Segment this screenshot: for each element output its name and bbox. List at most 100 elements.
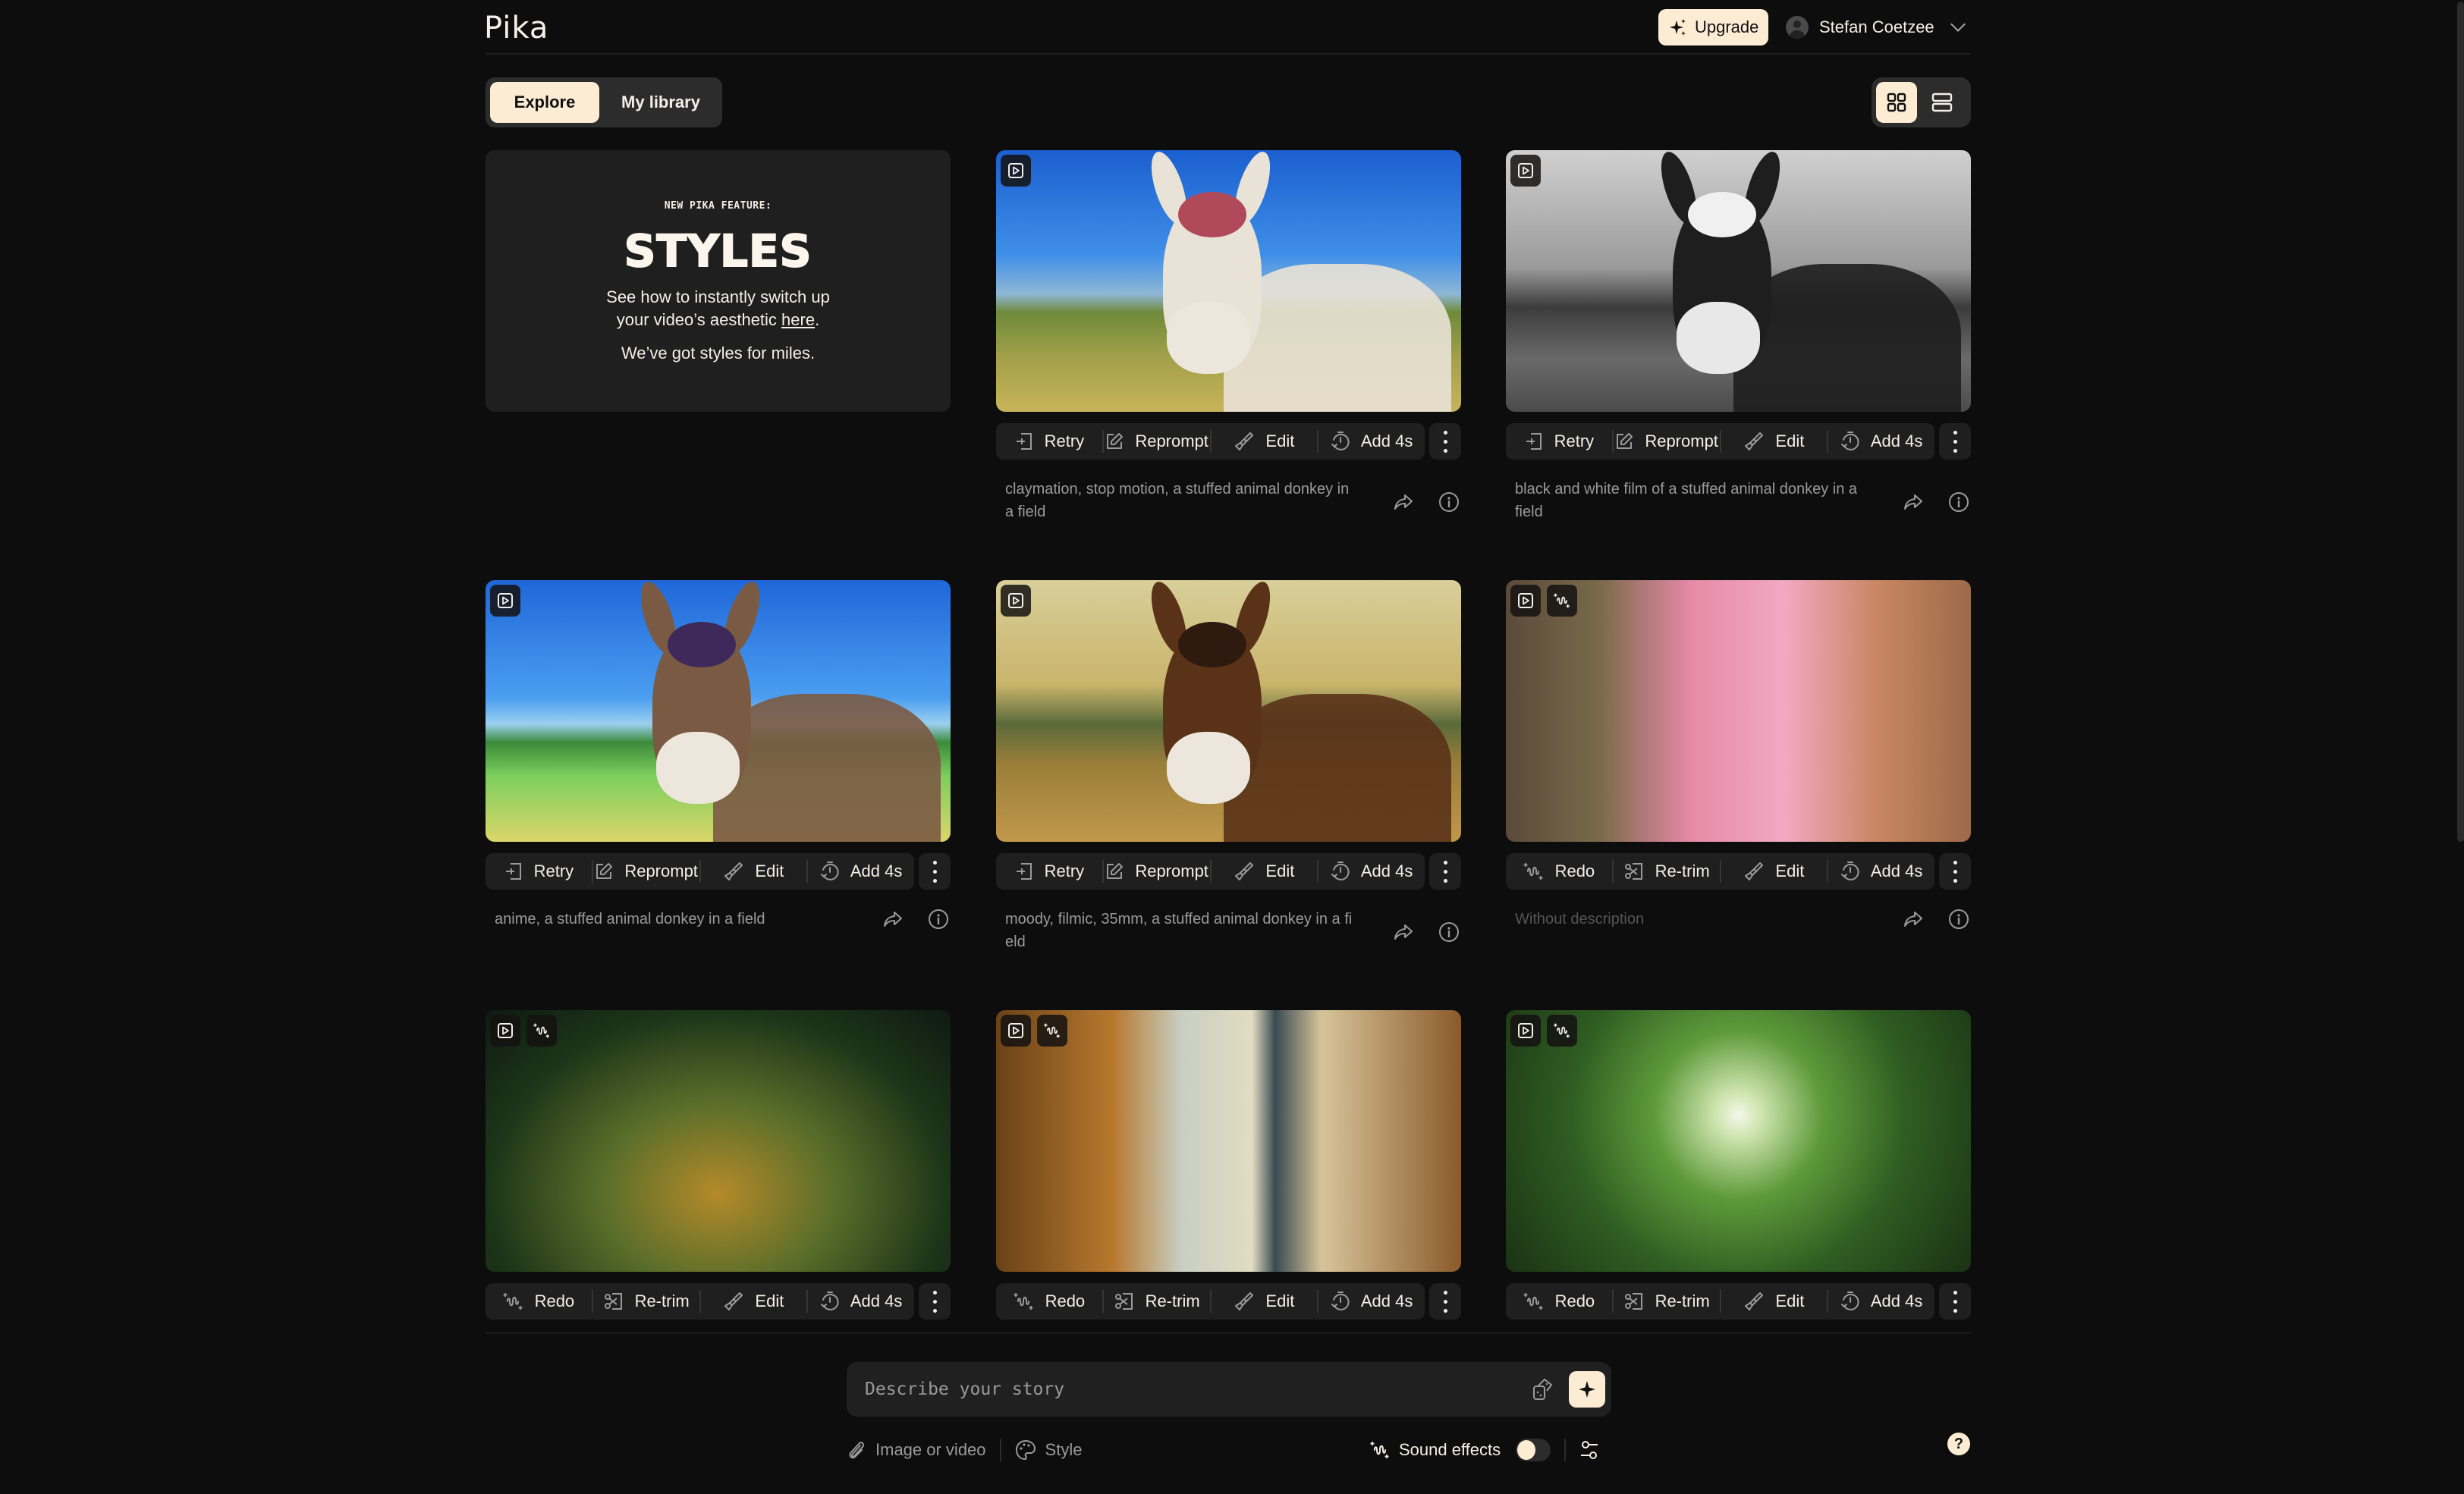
more-options-button[interactable] xyxy=(1939,853,1971,890)
user-menu[interactable]: Stefan Coetzee xyxy=(1786,15,1966,39)
retry-button[interactable]: Retry xyxy=(486,853,592,890)
add-4s-button[interactable]: Add 4s xyxy=(1318,853,1425,890)
re-trim-button[interactable]: Re-trim xyxy=(593,1283,699,1320)
redo-button[interactable]: Redo xyxy=(486,1283,592,1320)
retry-button[interactable]: Retry xyxy=(996,423,1102,460)
header-divider xyxy=(486,53,1971,55)
list-view-button[interactable] xyxy=(1922,82,1963,123)
reprompt-button[interactable]: Reprompt xyxy=(1104,423,1210,460)
edit-button[interactable]: Edit xyxy=(701,853,807,890)
info-icon xyxy=(1439,922,1459,942)
redo-button[interactable]: Redo xyxy=(996,1283,1102,1320)
video-thumbnail[interactable] xyxy=(486,580,951,842)
info-button[interactable] xyxy=(1437,490,1461,514)
more-options-button[interactable] xyxy=(919,1283,951,1320)
reprompt-button[interactable]: Reprompt xyxy=(593,853,699,890)
promo-title: STYLES xyxy=(624,224,812,278)
story-prompt-input[interactable] xyxy=(865,1362,1487,1417)
re-trim-button[interactable]: Re-trim xyxy=(1104,1283,1210,1320)
top-bar: Pika Upgrade Stefan Coetzee xyxy=(0,0,2464,55)
video-icon xyxy=(1518,1023,1533,1038)
share-button[interactable] xyxy=(1901,907,1925,931)
add-4s-button[interactable]: Add 4s xyxy=(808,1283,914,1320)
action-label: Re-trim xyxy=(1145,1292,1200,1310)
grid-view-button[interactable] xyxy=(1876,82,1917,123)
video-thumbnail[interactable] xyxy=(996,1010,1461,1272)
thumbnail-image xyxy=(486,1010,951,1272)
edit-button[interactable]: Edit xyxy=(1721,853,1828,890)
video-thumbnail[interactable] xyxy=(486,1010,951,1272)
card-action-bar: Redo Re-trim Edit Add 4s xyxy=(1506,1283,1971,1320)
add-4s-button[interactable]: Add 4s xyxy=(808,853,914,890)
add-4s-button[interactable]: Add 4s xyxy=(1318,1283,1425,1320)
tab-my-library[interactable]: My library xyxy=(604,82,718,123)
help-button[interactable]: ? xyxy=(1947,1433,1970,1455)
edit-button[interactable]: Edit xyxy=(1212,1283,1318,1320)
sound-wave-icon xyxy=(1523,860,1545,883)
reprompt-button[interactable]: Reprompt xyxy=(1104,853,1210,890)
palette-icon xyxy=(1015,1439,1036,1461)
action-group: Retry Reprompt Edit Add 4s xyxy=(996,853,1425,890)
upgrade-button[interactable]: Upgrade xyxy=(1658,9,1768,46)
video-thumbnail[interactable] xyxy=(1506,580,1971,842)
sound-effects-toggle[interactable] xyxy=(1516,1439,1551,1461)
video-thumbnail[interactable] xyxy=(996,580,1461,842)
promo-here-link[interactable]: here xyxy=(781,310,815,329)
share-button[interactable] xyxy=(1391,920,1416,944)
more-options-button[interactable] xyxy=(1429,853,1461,890)
add-4s-button[interactable]: Add 4s xyxy=(1828,853,1934,890)
more-options-button[interactable] xyxy=(1939,423,1971,460)
share-button[interactable] xyxy=(1391,490,1416,514)
redo-button[interactable]: Redo xyxy=(1506,853,1612,890)
generate-button[interactable] xyxy=(1569,1371,1605,1408)
card-action-bar: Retry Reprompt Edit Add 4s xyxy=(1506,423,1971,460)
more-options-button[interactable] xyxy=(919,853,951,890)
re-trim-button[interactable]: Re-trim xyxy=(1614,853,1720,890)
share-button[interactable] xyxy=(1901,490,1925,514)
tab-explore[interactable]: Explore xyxy=(490,82,599,123)
info-button[interactable] xyxy=(1437,920,1461,944)
edit-button[interactable]: Edit xyxy=(1212,423,1318,460)
composer-left-tools: Image or video Style xyxy=(847,1435,1082,1465)
action-label: Add 4s xyxy=(1360,432,1413,450)
sound-effects-label: Sound effects xyxy=(1399,1440,1501,1459)
timer-extend-icon xyxy=(1331,431,1350,452)
add-4s-button[interactable]: Add 4s xyxy=(1318,423,1425,460)
info-button[interactable] xyxy=(1947,490,1971,514)
attach-image-or-video-button[interactable]: Image or video xyxy=(847,1439,986,1461)
randomize-prompt-button[interactable] xyxy=(1531,1377,1555,1401)
more-options-button[interactable] xyxy=(1939,1283,1971,1320)
card-action-bar: Retry Reprompt Edit Add 4s xyxy=(996,423,1461,460)
scrollbar-thumb[interactable] xyxy=(2457,2,2464,842)
pika-logo[interactable]: Pika xyxy=(484,11,548,46)
style-button[interactable]: Style xyxy=(1015,1439,1082,1461)
re-trim-button[interactable]: Re-trim xyxy=(1614,1283,1720,1320)
video-badge xyxy=(1001,155,1031,187)
more-options-button[interactable] xyxy=(1429,1283,1461,1320)
advanced-settings-button[interactable] xyxy=(1579,1439,1599,1461)
video-thumbnail[interactable] xyxy=(1506,1010,1971,1272)
styles-promo-card: NEW PIKA FEATURE: STYLES See how to inst… xyxy=(486,150,951,412)
edit-button[interactable]: Edit xyxy=(1721,1283,1828,1320)
retry-button[interactable]: Retry xyxy=(1506,423,1612,460)
video-thumbnail[interactable] xyxy=(1506,150,1971,412)
page-scrollbar[interactable] xyxy=(2457,0,2464,1494)
edit-button[interactable]: Edit xyxy=(1721,423,1828,460)
info-button[interactable] xyxy=(926,907,951,931)
info-button[interactable] xyxy=(1947,907,1971,931)
video-thumbnail[interactable] xyxy=(996,150,1461,412)
share-button[interactable] xyxy=(881,907,905,931)
redo-button[interactable]: Redo xyxy=(1506,1283,1612,1320)
reprompt-button[interactable]: Reprompt xyxy=(1614,423,1720,460)
add-4s-button[interactable]: Add 4s xyxy=(1828,423,1934,460)
retry-button[interactable]: Retry xyxy=(996,853,1102,890)
add-4s-button[interactable]: Add 4s xyxy=(1828,1283,1934,1320)
edit-button[interactable]: Edit xyxy=(701,1283,807,1320)
action-label: Add 4s xyxy=(850,1292,903,1310)
edit-button[interactable]: Edit xyxy=(1212,853,1318,890)
description-actions xyxy=(1901,908,1971,931)
video-icon xyxy=(498,593,513,608)
video-description: Without description xyxy=(1515,911,1645,927)
main-tabs: Explore My library xyxy=(486,77,722,127)
more-options-button[interactable] xyxy=(1429,423,1461,460)
